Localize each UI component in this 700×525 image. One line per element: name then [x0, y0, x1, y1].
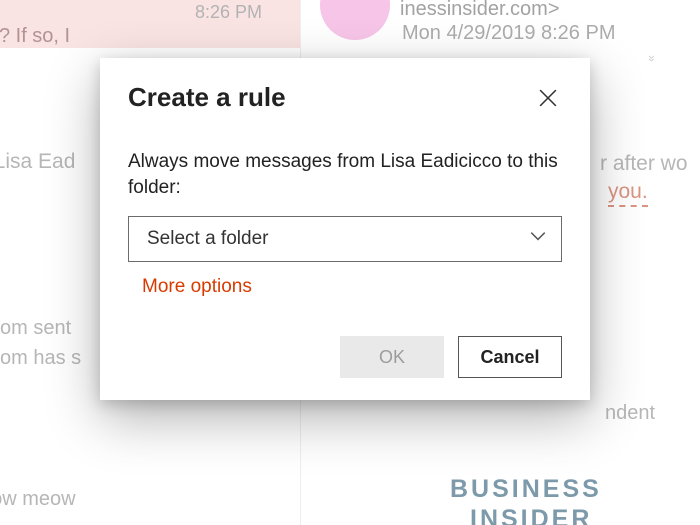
close-button[interactable]	[534, 84, 562, 112]
bg-body-fragment-1: r after wo	[600, 152, 688, 176]
bg-preview-text: dinner after work? If so, I	[0, 25, 70, 48]
bg-line-sent: com sent	[0, 317, 71, 340]
folder-select[interactable]: Select a folder	[128, 216, 562, 262]
dialog-button-row: OK Cancel	[128, 336, 562, 378]
expand-chevron-icon: »	[645, 55, 659, 59]
bg-line-has: com has s	[0, 347, 81, 370]
bg-body-fragment-3: ndent	[605, 402, 655, 425]
chevron-down-icon	[529, 227, 547, 251]
business-insider-logo-line2: INSIDER	[470, 505, 592, 525]
dialog-description: Always move messages from Lisa Eadicicco…	[128, 149, 562, 200]
ok-button[interactable]: OK	[340, 336, 444, 378]
bg-avatar	[320, 0, 390, 40]
bg-sender-fragment: t Lisa Ead	[0, 150, 75, 174]
bg-time: 8:26 PM	[195, 2, 262, 23]
folder-select-placeholder: Select a folder	[147, 228, 268, 250]
cancel-button[interactable]: Cancel	[458, 336, 562, 378]
bg-body-fragment-2: you.	[608, 180, 648, 207]
bg-email-address: inessinsider.com>	[400, 0, 560, 21]
dialog-title: Create a rule	[128, 82, 286, 113]
bg-email-date: Mon 4/29/2019 8:26 PM	[402, 22, 615, 45]
more-options-link[interactable]: More options	[128, 276, 252, 298]
close-icon	[539, 89, 557, 107]
create-rule-dialog: Create a rule Always move messages from …	[100, 58, 590, 400]
dialog-title-row: Create a rule	[128, 82, 562, 113]
bg-line-meow: eow meow	[0, 488, 76, 511]
business-insider-logo-line1: BUSINESS	[450, 475, 602, 504]
